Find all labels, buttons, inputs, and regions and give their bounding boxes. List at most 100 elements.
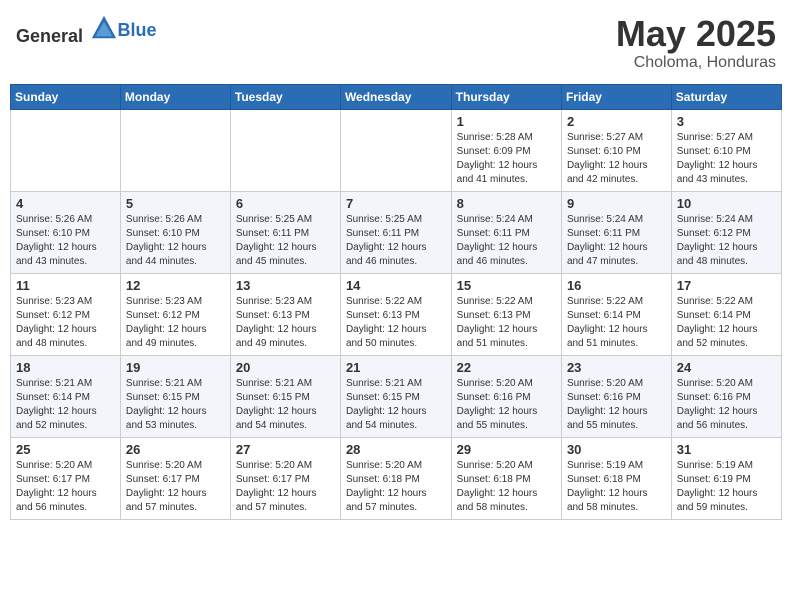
calendar-cell: 7 Sunrise: 5:25 AM Sunset: 6:11 PM Daylig… [340,191,451,273]
day-info: Sunrise: 5:20 AM Sunset: 6:18 PM Dayligh… [346,459,446,515]
day-number: 30 [567,442,666,457]
day-number: 18 [16,360,115,375]
day-info: Sunrise: 5:24 AM Sunset: 6:11 PM Dayligh… [457,213,556,269]
calendar-cell: 3 Sunrise: 5:27 AM Sunset: 6:10 PM Daylig… [671,109,781,191]
calendar-cell: 18 Sunrise: 5:21 AM Sunset: 6:14 PM Dayli… [11,355,121,437]
calendar-cell: 15 Sunrise: 5:22 AM Sunset: 6:13 PM Dayli… [451,273,561,355]
calendar-cell [340,109,451,191]
calendar-cell: 1 Sunrise: 5:28 AM Sunset: 6:09 PM Daylig… [451,109,561,191]
day-number: 29 [457,442,556,457]
calendar-cell: 8 Sunrise: 5:24 AM Sunset: 6:11 PM Daylig… [451,191,561,273]
day-number: 19 [126,360,225,375]
day-info: Sunrise: 5:20 AM Sunset: 6:17 PM Dayligh… [236,459,335,515]
day-number: 17 [677,278,776,293]
calendar-week-3: 18 Sunrise: 5:21 AM Sunset: 6:14 PM Dayli… [11,355,782,437]
day-info: Sunrise: 5:27 AM Sunset: 6:10 PM Dayligh… [567,131,666,187]
col-header-thursday: Thursday [451,84,561,109]
day-number: 31 [677,442,776,457]
calendar-cell [11,109,121,191]
logo-blue: Blue [118,20,157,40]
day-number: 26 [126,442,225,457]
calendar-cell: 22 Sunrise: 5:20 AM Sunset: 6:16 PM Dayli… [451,355,561,437]
calendar-cell: 26 Sunrise: 5:20 AM Sunset: 6:17 PM Dayli… [120,437,230,519]
day-info: Sunrise: 5:26 AM Sunset: 6:10 PM Dayligh… [126,213,225,269]
day-info: Sunrise: 5:25 AM Sunset: 6:11 PM Dayligh… [346,213,446,269]
day-number: 6 [236,196,335,211]
col-header-monday: Monday [120,84,230,109]
col-header-saturday: Saturday [671,84,781,109]
day-number: 10 [677,196,776,211]
day-info: Sunrise: 5:24 AM Sunset: 6:11 PM Dayligh… [567,213,666,269]
day-number: 5 [126,196,225,211]
calendar-cell: 20 Sunrise: 5:21 AM Sunset: 6:15 PM Dayli… [230,355,340,437]
day-number: 3 [677,114,776,129]
day-info: Sunrise: 5:23 AM Sunset: 6:12 PM Dayligh… [126,295,225,351]
calendar-week-4: 25Sunrise: 5:20 AM Sunset: 6:17 PM Dayli… [11,437,782,519]
day-number: 21 [346,360,446,375]
calendar-cell: 28Sunrise: 5:20 AM Sunset: 6:18 PM Dayli… [340,437,451,519]
day-info: Sunrise: 5:21 AM Sunset: 6:14 PM Dayligh… [16,377,115,433]
day-number: 7 [346,196,446,211]
day-info: Sunrise: 5:19 AM Sunset: 6:18 PM Dayligh… [567,459,666,515]
day-number: 2 [567,114,666,129]
calendar-cell: 2 Sunrise: 5:27 AM Sunset: 6:10 PM Daylig… [561,109,671,191]
col-header-friday: Friday [561,84,671,109]
day-number: 12 [126,278,225,293]
logo-general: General [16,26,83,46]
day-number: 20 [236,360,335,375]
calendar-cell: 29 Sunrise: 5:20 AM Sunset: 6:18 PM Dayli… [451,437,561,519]
day-info: Sunrise: 5:27 AM Sunset: 6:10 PM Dayligh… [677,131,776,187]
calendar-cell: 12 Sunrise: 5:23 AM Sunset: 6:12 PM Dayli… [120,273,230,355]
calendar-week-0: 1 Sunrise: 5:28 AM Sunset: 6:09 PM Daylig… [11,109,782,191]
day-info: Sunrise: 5:20 AM Sunset: 6:17 PM Dayligh… [126,459,225,515]
day-info: Sunrise: 5:25 AM Sunset: 6:11 PM Dayligh… [236,213,335,269]
day-info: Sunrise: 5:20 AM Sunset: 6:17 PM Dayligh… [16,459,115,515]
day-info: Sunrise: 5:20 AM Sunset: 6:16 PM Dayligh… [457,377,556,433]
day-number: 27 [236,442,335,457]
day-info: Sunrise: 5:19 AM Sunset: 6:19 PM Dayligh… [677,459,776,515]
calendar-cell: 16Sunrise: 5:22 AM Sunset: 6:14 PM Dayli… [561,273,671,355]
calendar-week-1: 4 Sunrise: 5:26 AM Sunset: 6:10 PM Daylig… [11,191,782,273]
day-info: Sunrise: 5:28 AM Sunset: 6:09 PM Dayligh… [457,131,556,187]
calendar-header-row: SundayMondayTuesdayWednesdayThursdayFrid… [11,84,782,109]
calendar-cell: 27 Sunrise: 5:20 AM Sunset: 6:17 PM Dayli… [230,437,340,519]
day-number: 13 [236,278,335,293]
day-info: Sunrise: 5:22 AM Sunset: 6:14 PM Dayligh… [677,295,776,351]
day-info: Sunrise: 5:23 AM Sunset: 6:12 PM Dayligh… [16,295,115,351]
calendar-cell: 24Sunrise: 5:20 AM Sunset: 6:16 PM Dayli… [671,355,781,437]
calendar-cell: 23Sunrise: 5:20 AM Sunset: 6:16 PM Dayli… [561,355,671,437]
day-number: 15 [457,278,556,293]
month-title: May 2025 [616,14,776,54]
day-number: 11 [16,278,115,293]
calendar-cell: 25Sunrise: 5:20 AM Sunset: 6:17 PM Dayli… [11,437,121,519]
calendar-cell: 21Sunrise: 5:21 AM Sunset: 6:15 PM Dayli… [340,355,451,437]
logo: General Blue [16,14,157,47]
calendar-cell: 31 Sunrise: 5:19 AM Sunset: 6:19 PM Dayli… [671,437,781,519]
calendar-cell: 19 Sunrise: 5:21 AM Sunset: 6:15 PM Dayli… [120,355,230,437]
calendar-cell: 11 Sunrise: 5:23 AM Sunset: 6:12 PM Dayli… [11,273,121,355]
day-info: Sunrise: 5:21 AM Sunset: 6:15 PM Dayligh… [126,377,225,433]
day-info: Sunrise: 5:23 AM Sunset: 6:13 PM Dayligh… [236,295,335,351]
col-header-wednesday: Wednesday [340,84,451,109]
day-number: 9 [567,196,666,211]
calendar-cell: 30 Sunrise: 5:19 AM Sunset: 6:18 PM Dayli… [561,437,671,519]
day-info: Sunrise: 5:24 AM Sunset: 6:12 PM Dayligh… [677,213,776,269]
day-info: Sunrise: 5:22 AM Sunset: 6:13 PM Dayligh… [346,295,446,351]
calendar-cell: 14Sunrise: 5:22 AM Sunset: 6:13 PM Dayli… [340,273,451,355]
col-header-sunday: Sunday [11,84,121,109]
calendar-cell [230,109,340,191]
day-info: Sunrise: 5:20 AM Sunset: 6:16 PM Dayligh… [567,377,666,433]
day-number: 22 [457,360,556,375]
title-area: May 2025 Choloma, Honduras [616,14,776,72]
day-number: 1 [457,114,556,129]
day-info: Sunrise: 5:26 AM Sunset: 6:10 PM Dayligh… [16,213,115,269]
calendar-cell: 5 Sunrise: 5:26 AM Sunset: 6:10 PM Daylig… [120,191,230,273]
day-info: Sunrise: 5:22 AM Sunset: 6:13 PM Dayligh… [457,295,556,351]
day-info: Sunrise: 5:20 AM Sunset: 6:18 PM Dayligh… [457,459,556,515]
calendar-cell: 17 Sunrise: 5:22 AM Sunset: 6:14 PM Dayli… [671,273,781,355]
col-header-tuesday: Tuesday [230,84,340,109]
day-info: Sunrise: 5:21 AM Sunset: 6:15 PM Dayligh… [236,377,335,433]
calendar-cell: 4 Sunrise: 5:26 AM Sunset: 6:10 PM Daylig… [11,191,121,273]
day-number: 8 [457,196,556,211]
day-number: 4 [16,196,115,211]
